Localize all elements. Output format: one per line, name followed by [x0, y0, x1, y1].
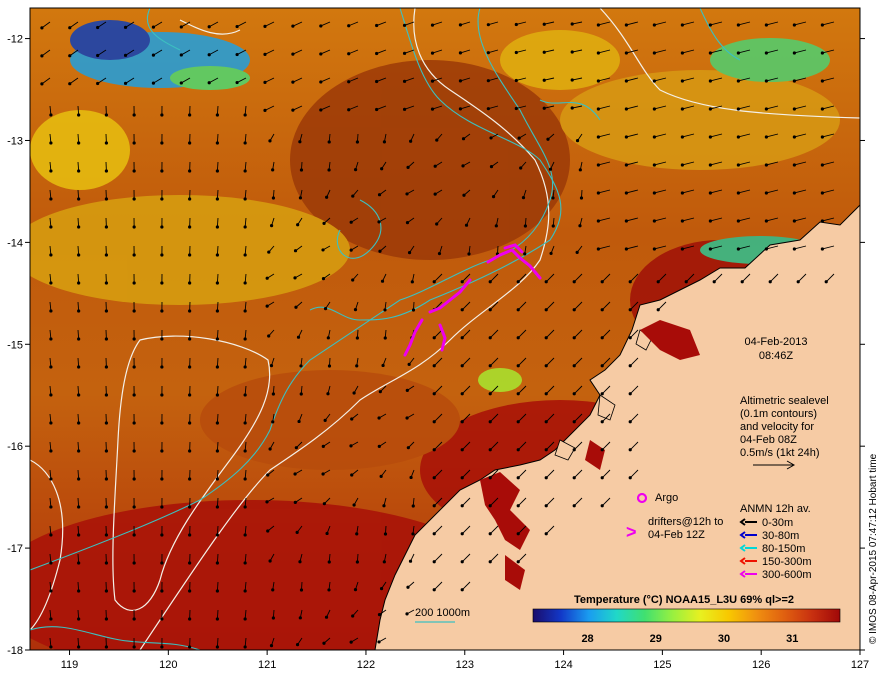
colorbar-tick-label: 31 — [786, 633, 798, 645]
longitude-tick-label: 124 — [554, 659, 572, 671]
date-label: 04-Feb-2013 — [745, 336, 808, 348]
drifters-legend-line-1: drifters@12h to — [648, 516, 723, 528]
latitude-tick-label: -16 — [7, 441, 23, 453]
cool-patch-north-west-3 — [170, 66, 250, 90]
longitude-tick-label: 121 — [258, 659, 276, 671]
yellow-patch-1 — [30, 110, 130, 190]
longitude-tick-label: 119 — [61, 659, 79, 671]
colorbar-swatch — [532, 608, 841, 623]
sst-map-figure: 119 120 121 122 123 124 125 126 127 -12 -13 -14 -15… — [7, 7, 879, 671]
drifters-legend-symbol: > — [626, 522, 637, 542]
credit-label: © IMOS 08-Apr-2015 07:47:12 Hobart time — [868, 453, 879, 644]
anmn-legend-label: 150-300m — [762, 556, 812, 568]
drifters-legend-line-2: 04-Feb 12Z — [648, 529, 705, 541]
latitude-tick-label: -18 — [7, 645, 23, 657]
anmn-legend-label: 30-80m — [762, 530, 799, 542]
cool-patch-centre — [478, 368, 522, 392]
longitude-tick-label: 127 — [851, 659, 869, 671]
colorbar-tick-label: 28 — [581, 633, 593, 645]
cool-band-west — [30, 195, 350, 305]
longitude-tick-label: 125 — [653, 659, 671, 671]
cool-patch-north-east — [710, 38, 830, 82]
altimetry-line-2: (0.1m contours) — [740, 408, 817, 420]
altimetry-line-1: Altimetric sealevel — [740, 395, 829, 407]
latitude-tick-label: -15 — [7, 339, 23, 351]
isobath-legend-label: 200 1000m — [415, 607, 470, 619]
latitude-tick-label: -14 — [7, 237, 23, 249]
anmn-legend-label: 0-30m — [762, 517, 793, 529]
anmn-legend-label: 80-150m — [762, 543, 805, 555]
anmn-legend-label: 300-600m — [762, 569, 812, 581]
latitude-tick-label: -12 — [7, 34, 23, 46]
latitude-tick-label: -13 — [7, 135, 23, 147]
longitude-axis: 119 120 121 122 123 124 125 126 127 — [61, 650, 869, 671]
cool-patch-north-west-2 — [70, 20, 150, 60]
latitude-tick-label: -17 — [7, 543, 23, 555]
altimetry-line-3: and velocity for — [740, 421, 814, 433]
longitude-tick-label: 120 — [159, 659, 177, 671]
colorbar-tick-label: 30 — [718, 633, 730, 645]
colorbar-tick-label: 29 — [650, 633, 662, 645]
cool-band-east — [560, 70, 840, 170]
mid-warm-patch — [200, 370, 460, 470]
longitude-tick-label: 126 — [752, 659, 770, 671]
altimetry-line-5: 0.5m/s (1kt 24h) — [740, 447, 819, 459]
time-label: 08:46Z — [759, 350, 794, 362]
anmn-legend-title: ANMN 12h av. — [740, 503, 811, 515]
yellow-patch-2 — [500, 30, 620, 90]
map-plot-area — [30, 8, 860, 650]
argo-legend-label: Argo — [655, 492, 678, 504]
longitude-tick-label: 122 — [357, 659, 375, 671]
altimetry-line-4: 04-Feb 08Z — [740, 434, 797, 446]
colorbar-title: Temperature (°C) NOAA15_L3U 69% ql>=2 — [574, 594, 794, 606]
longitude-tick-label: 123 — [456, 659, 474, 671]
